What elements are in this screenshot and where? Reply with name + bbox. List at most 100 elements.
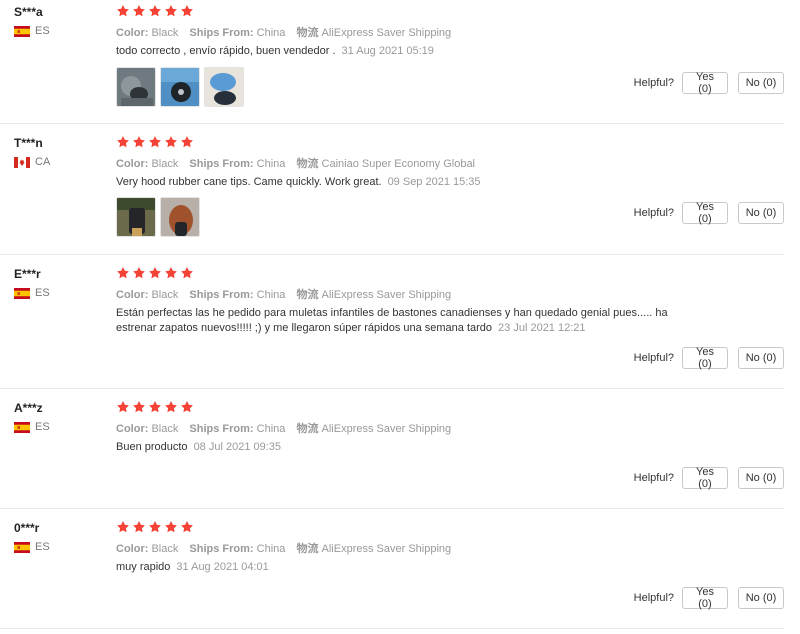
helpful-yes-button[interactable]: Yes (0) — [682, 466, 728, 490]
review-date: 31 Aug 2021 04:01 — [176, 561, 269, 573]
color-label: Color: — [116, 543, 149, 555]
color-value: Black — [151, 543, 179, 555]
helpful-no-button[interactable]: No (0) — [738, 347, 784, 369]
order-info: Color: Black Ships From: China 物流 AliExp… — [116, 286, 451, 302]
helpful-no-button[interactable]: No (0) — [738, 587, 784, 609]
review-text: Están perfectas las he pedido para mulet… — [116, 306, 676, 336]
star-icon — [180, 400, 194, 414]
color-label: Color: — [116, 27, 149, 39]
review-photos — [116, 67, 244, 107]
es-flag-icon — [14, 542, 30, 553]
star-icon — [116, 520, 130, 534]
helpful-label: Helpful? — [633, 77, 674, 89]
helpful-no-button[interactable]: No (0) — [738, 72, 784, 94]
star-icon — [132, 266, 146, 280]
helpful-no-button[interactable]: No (0) — [738, 467, 784, 489]
ships-from-label: Ships From: — [189, 27, 254, 39]
star-rating — [116, 520, 194, 534]
review-item: 0***r ES Color: Black Ships From: China … — [0, 516, 784, 629]
helpful-no-button[interactable]: No (0) — [738, 202, 784, 224]
shipping-method: AliExpress Saver Shipping — [321, 289, 452, 301]
review-text: muy rapido 31 Aug 2021 04:01 — [116, 560, 676, 575]
photo-thumbnail[interactable] — [204, 67, 244, 107]
review-item: S***a ES Color: Black Ships From: China … — [0, 0, 784, 124]
review-text: Very hood rubber cane tips. Came quickly… — [116, 175, 676, 190]
photo-thumbnail[interactable] — [116, 67, 156, 107]
star-icon — [116, 4, 130, 18]
helpful-label: Helpful? — [633, 592, 674, 604]
ships-from-value: China — [256, 543, 286, 555]
color-value: Black — [151, 158, 179, 170]
helpful-label: Helpful? — [633, 207, 674, 219]
review-body: Very hood rubber cane tips. Came quickly… — [116, 176, 382, 188]
helpful-vote: Helpful? Yes (0) No (0) — [633, 71, 784, 95]
review-divider — [0, 508, 784, 509]
star-icon — [164, 400, 178, 414]
review-divider — [0, 254, 784, 255]
country-code: ES — [35, 25, 50, 37]
review-text: todo correcto , envío rápido, buen vende… — [116, 44, 676, 59]
photo-thumbnail[interactable] — [160, 197, 200, 237]
review-divider — [0, 123, 784, 124]
order-info: Color: Black Ships From: China 物流 AliExp… — [116, 420, 451, 436]
shipping-label: 物流 — [296, 543, 319, 555]
star-icon — [164, 4, 178, 18]
ca-flag-icon — [14, 157, 30, 168]
reviewer-country: ES — [14, 421, 50, 433]
reviewer-name: S***a — [14, 5, 43, 19]
review-item: A***z ES Color: Black Ships From: China … — [0, 396, 784, 509]
star-icon — [180, 135, 194, 149]
country-code: ES — [35, 421, 50, 433]
star-icon — [164, 520, 178, 534]
es-flag-icon — [14, 288, 30, 299]
country-code: ES — [35, 287, 50, 299]
ships-from-value: China — [256, 289, 286, 301]
star-icon — [148, 135, 162, 149]
star-icon — [116, 266, 130, 280]
star-icon — [116, 400, 130, 414]
shipping-label: 物流 — [296, 27, 319, 39]
star-icon — [164, 266, 178, 280]
review-date: 23 Jul 2021 12:21 — [498, 322, 586, 334]
star-icon — [116, 135, 130, 149]
star-icon — [180, 266, 194, 280]
star-icon — [148, 520, 162, 534]
reviewer-country: ES — [14, 25, 50, 37]
color-value: Black — [151, 423, 179, 435]
review-photos — [116, 197, 200, 237]
helpful-yes-button[interactable]: Yes (0) — [682, 346, 728, 370]
es-flag-icon — [14, 422, 30, 433]
review-item: E***r ES Color: Black Ships From: China … — [0, 262, 784, 389]
shipping-method: AliExpress Saver Shipping — [321, 27, 452, 39]
shipping-label: 物流 — [296, 289, 319, 301]
review-body: todo correcto , envío rápido, buen vende… — [116, 45, 336, 57]
helpful-label: Helpful? — [633, 352, 674, 364]
star-icon — [132, 520, 146, 534]
reviewer-name: 0***r — [14, 521, 40, 535]
helpful-yes-button[interactable]: Yes (0) — [682, 201, 728, 225]
color-label: Color: — [116, 158, 149, 170]
star-icon — [180, 4, 194, 18]
color-value: Black — [151, 27, 179, 39]
reviewer-name: A***z — [14, 401, 43, 415]
ships-from-label: Ships From: — [189, 423, 254, 435]
shipping-method: Cainiao Super Economy Global — [321, 158, 476, 170]
review-divider — [0, 388, 784, 389]
review-date: 31 Aug 2021 05:19 — [341, 45, 434, 57]
star-rating — [116, 266, 194, 280]
review-divider — [0, 628, 784, 629]
helpful-yes-button[interactable]: Yes (0) — [682, 586, 728, 610]
star-icon — [132, 400, 146, 414]
ships-from-label: Ships From: — [189, 289, 254, 301]
review-date: 08 Jul 2021 09:35 — [193, 441, 282, 453]
photo-thumbnail[interactable] — [160, 67, 200, 107]
helpful-vote: Helpful? Yes (0) No (0) — [633, 201, 784, 225]
helpful-yes-button[interactable]: Yes (0) — [682, 71, 728, 95]
color-value: Black — [151, 289, 179, 301]
shipping-method: AliExpress Saver Shipping — [321, 543, 452, 555]
country-code: ES — [35, 541, 50, 553]
star-icon — [132, 4, 146, 18]
color-label: Color: — [116, 289, 149, 301]
photo-thumbnail[interactable] — [116, 197, 156, 237]
shipping-label: 物流 — [296, 423, 319, 435]
